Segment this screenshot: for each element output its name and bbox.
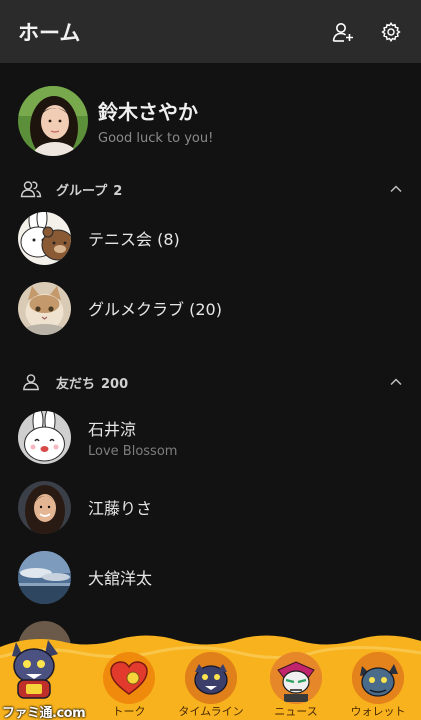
list-item[interactable]: テニス会 (8) — [18, 211, 180, 265]
group-name: テニス会 (8) — [88, 230, 180, 249]
profile-status-message: Good luck to you! — [98, 131, 214, 146]
gear-icon[interactable] — [379, 20, 403, 44]
group-icon — [20, 181, 42, 198]
friend-status-message: Love Blossom — [88, 443, 178, 459]
friends-label-text: 友だち — [56, 376, 96, 392]
list-item[interactable]: 石井涼 Love Blossom — [18, 410, 177, 464]
friend-name: 江藤りさ — [88, 499, 153, 518]
home-list[interactable]: 鈴木さやか Good luck to you! グループ 2 テニス会 (8) … — [0, 63, 421, 643]
news-icon — [270, 652, 322, 704]
my-profile[interactable]: 鈴木さやか Good luck to you! — [18, 85, 213, 157]
tab-timeline[interactable] — [185, 652, 237, 704]
groups-label: グループ 2 — [56, 180, 389, 199]
avatar — [18, 550, 71, 604]
avatar — [18, 281, 71, 335]
tab-talk-label: トーク — [112, 705, 146, 718]
groups-label-text: グループ — [56, 183, 108, 199]
friend-name: 大舘洋太 — [88, 569, 153, 588]
wallet-icon — [352, 652, 404, 704]
avatar — [18, 410, 71, 464]
mascot-character-image — [12, 640, 58, 699]
tab-talk[interactable] — [103, 652, 155, 704]
friend-name: 石井涼 — [88, 419, 137, 439]
list-item[interactable]: 江藤りさ — [18, 480, 152, 534]
person-icon — [23, 374, 39, 391]
tab-news[interactable] — [270, 652, 322, 704]
profile-name: 鈴木さやか — [98, 100, 198, 124]
friends-section-header[interactable]: 友だち 200 — [0, 371, 421, 393]
group-name: グルメクラブ (20) — [88, 300, 222, 319]
chevron-up-icon[interactable] — [389, 182, 403, 196]
add-friend-icon[interactable] — [331, 20, 355, 44]
friends-count: 200 — [101, 376, 129, 392]
avatar — [18, 211, 71, 265]
watermark-logo: ファミ通.com — [2, 706, 86, 720]
tab-timeline-label: タイムライン — [178, 705, 244, 718]
groups-count: 2 — [113, 183, 123, 199]
page-title: ホーム — [18, 20, 81, 45]
list-item[interactable]: グルメクラブ (20) — [18, 281, 222, 335]
avatar — [18, 480, 71, 534]
tab-wallet-label: ウォレット — [350, 705, 406, 718]
friends-label: 友だち 200 — [56, 373, 389, 392]
chevron-up-icon[interactable] — [389, 375, 403, 389]
tab-news-label: ニュース — [274, 705, 318, 718]
timeline-icon — [185, 652, 237, 704]
list-item[interactable]: 大舘洋太 — [18, 550, 152, 604]
app-header: ホーム — [0, 0, 421, 63]
avatar — [18, 86, 88, 156]
groups-section-header[interactable]: グループ 2 — [0, 178, 421, 200]
heart-icon — [110, 661, 148, 695]
tab-wallet[interactable] — [352, 652, 404, 704]
